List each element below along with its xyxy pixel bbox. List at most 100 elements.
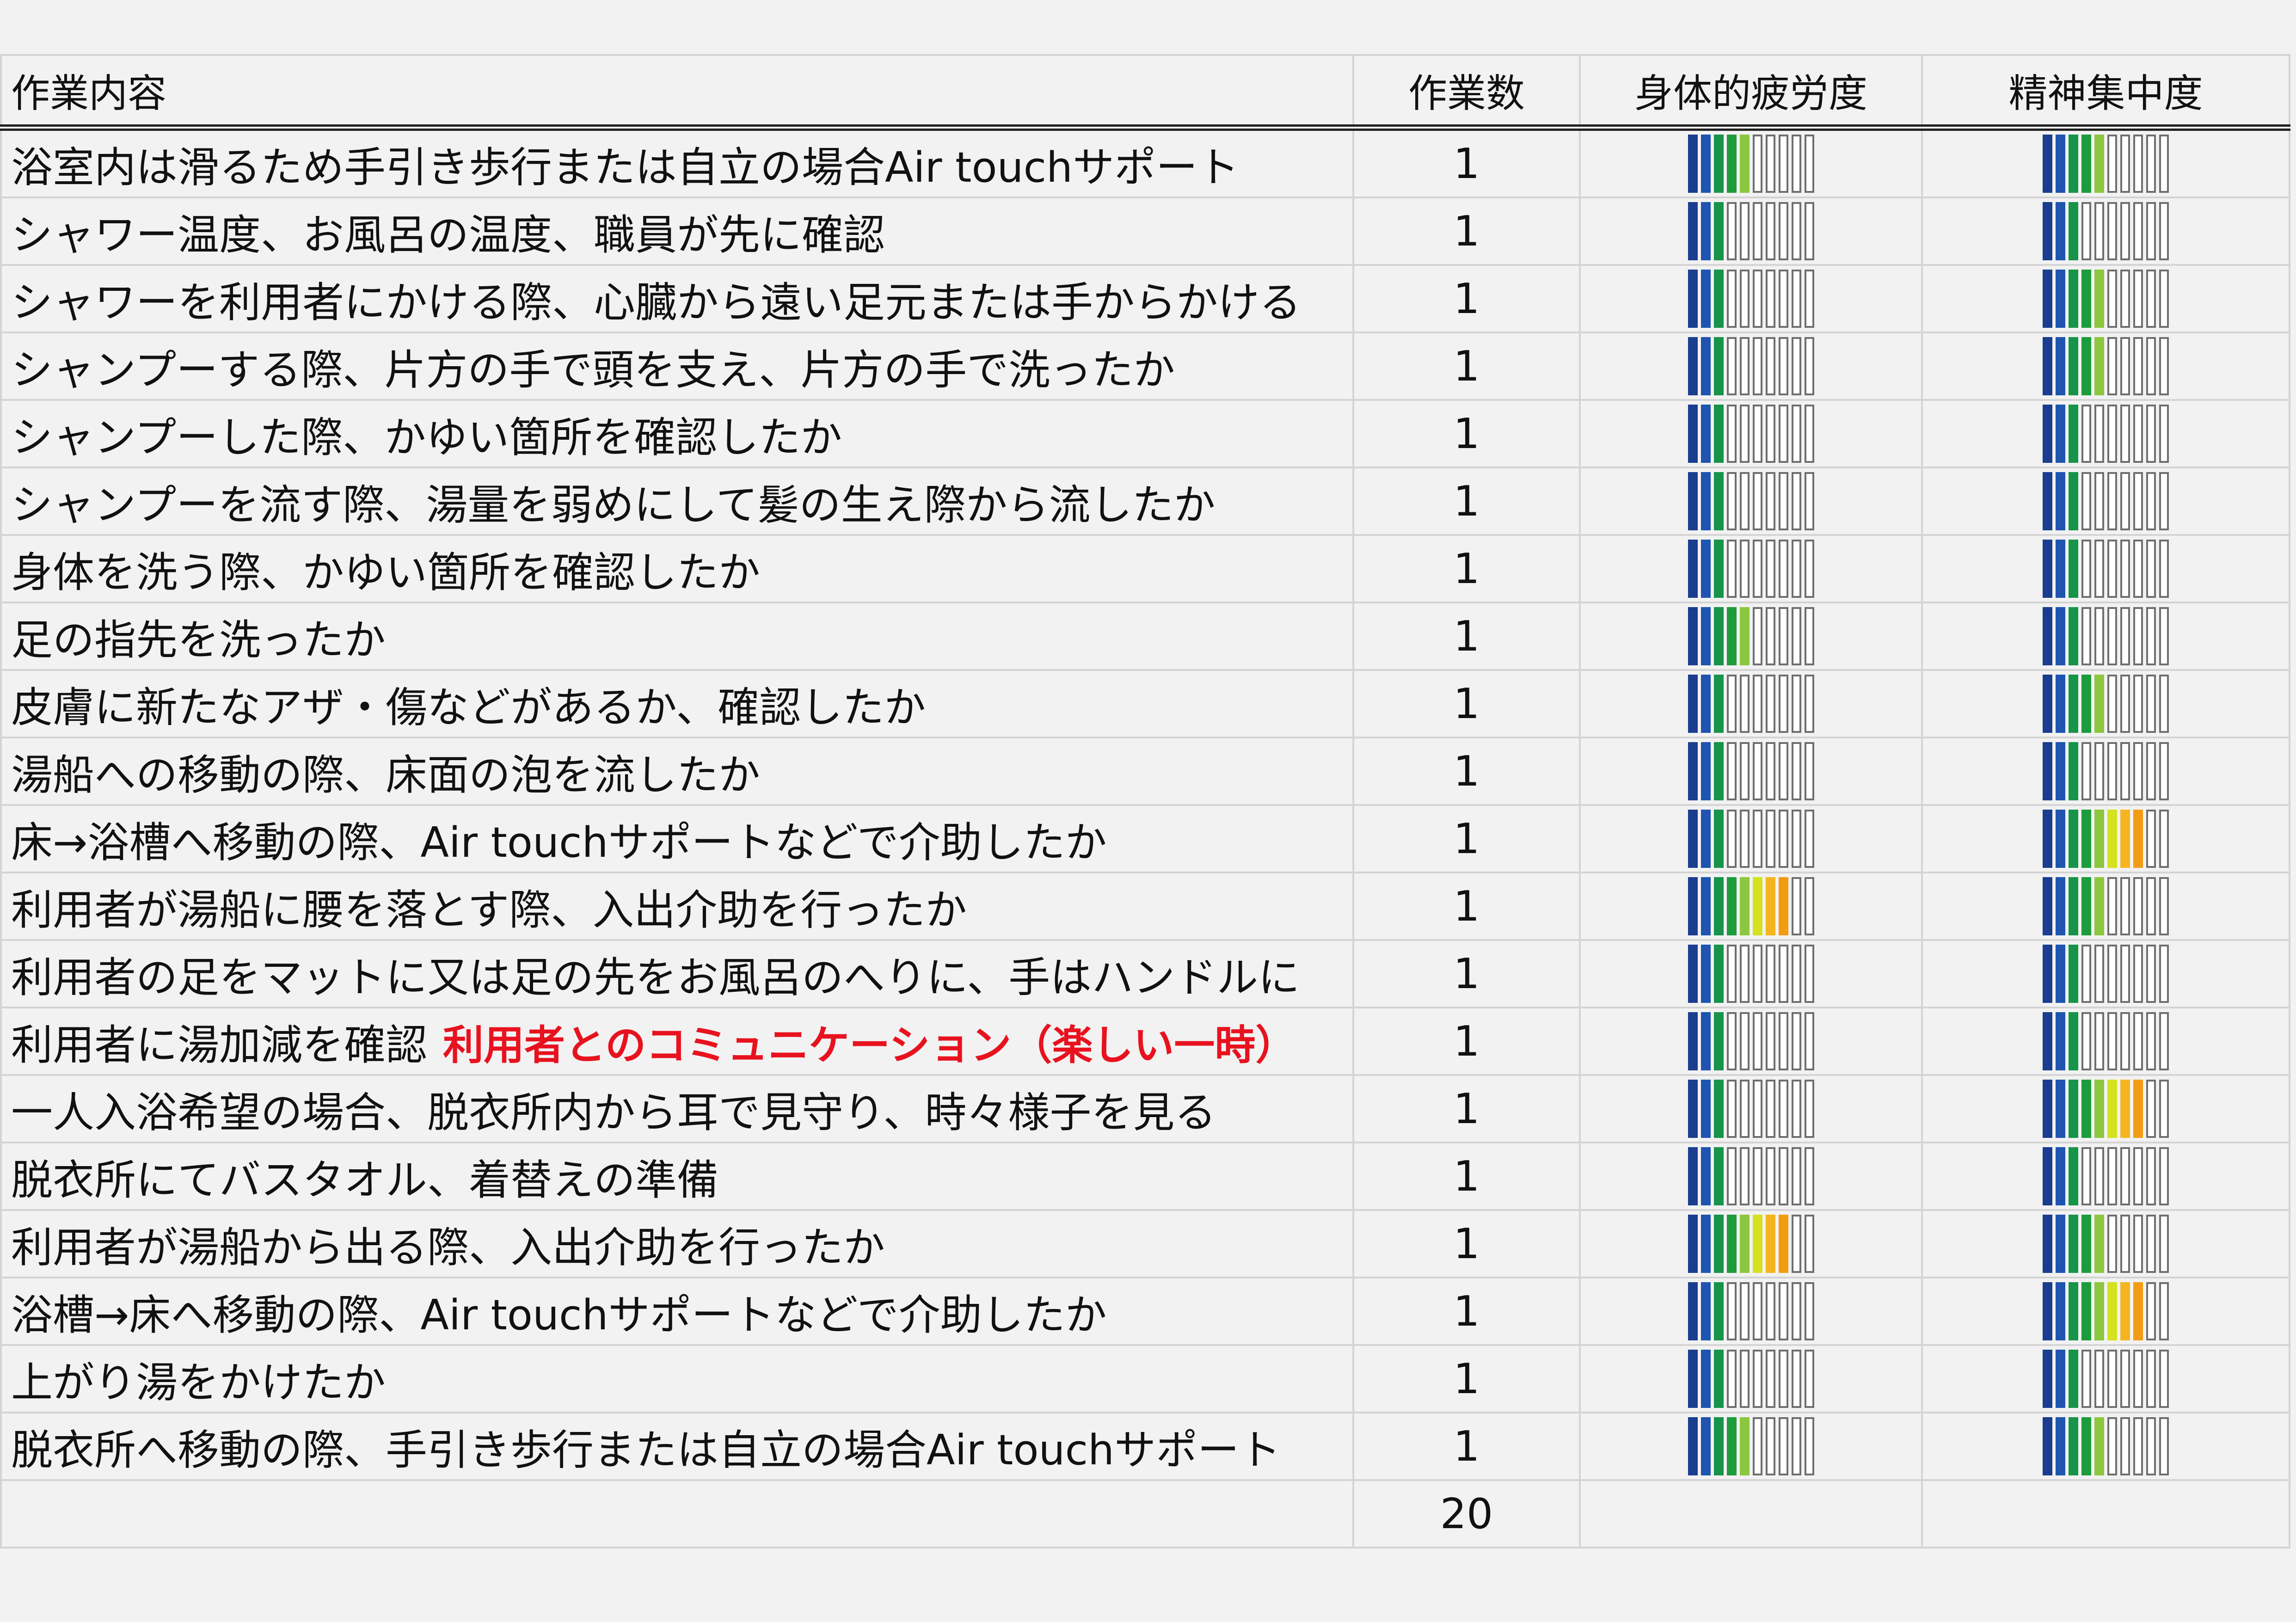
mental-meter-segment: [2159, 1012, 2169, 1070]
mental-meter: [2043, 540, 2169, 598]
mental-meter: [2043, 1350, 2169, 1408]
mental-meter-segment: [2069, 472, 2078, 530]
mental-meter-segment: [2159, 877, 2169, 935]
mental-meter-segment: [2056, 202, 2065, 260]
mental-meter-segment: [2107, 810, 2117, 868]
physical-meter-segment: [1765, 337, 1775, 395]
physical-meter-segment: [1791, 337, 1801, 395]
mental-cell: [1921, 264, 2290, 333]
mental-meter-segment: [2120, 1215, 2130, 1273]
mental-meter-segment: [2043, 472, 2052, 530]
mental-meter-segment: [2043, 135, 2052, 193]
physical-cell: [1579, 1007, 1923, 1076]
mental-meter-segment: [2146, 945, 2156, 1003]
physical-meter: [1688, 742, 1814, 800]
mental-meter: [2043, 877, 2169, 935]
physical-meter: [1688, 1350, 1814, 1408]
physical-cell: [1579, 1277, 1923, 1346]
mental-meter-segment: [2107, 270, 2117, 328]
mental-meter-segment: [2120, 135, 2130, 193]
physical-meter-segment: [1765, 472, 1775, 530]
physical-meter-segment: [1701, 1012, 1711, 1070]
physical-meter-segment: [1701, 337, 1711, 395]
physical-meter-segment: [1701, 1215, 1711, 1273]
physical-meter-segment: [1752, 1012, 1762, 1070]
physical-meter-segment: [1778, 1350, 1788, 1408]
mental-meter-segment: [2043, 1080, 2052, 1138]
mental-meter-segment: [2107, 945, 2117, 1003]
physical-meter-segment: [1701, 135, 1711, 193]
task-text: シャンプーした際、かゆい箇所を確認したか: [11, 413, 842, 462]
task-cell: 利用者が湯船に腰を落とす際、入出介助を行ったか: [0, 872, 1354, 941]
physical-meter-segment: [1713, 810, 1724, 868]
physical-meter-segment: [1713, 405, 1724, 463]
mental-meter-segment: [2081, 877, 2091, 935]
physical-meter-segment: [1739, 945, 1750, 1003]
mental-meter-segment: [2146, 405, 2156, 463]
task-text: 脱衣所へ移動の際、手引き歩行または自立の場合Air touchサポート: [11, 1426, 1281, 1475]
physical-meter-segment: [1688, 1080, 1698, 1138]
mental-meter-segment: [2081, 810, 2091, 868]
mental-meter-segment: [2146, 1080, 2156, 1138]
mental-meter-segment: [2107, 1080, 2117, 1138]
mental-meter-segment: [2159, 270, 2169, 328]
mental-meter-segment: [2146, 877, 2156, 935]
physical-meter-segment: [1752, 742, 1762, 800]
mental-meter-segment: [2094, 1147, 2104, 1205]
physical-meter-segment: [1752, 1350, 1762, 1408]
physical-meter-segment: [1778, 135, 1788, 193]
physical-meter-segment: [1778, 742, 1788, 800]
physical-meter-segment: [1688, 742, 1698, 800]
mental-meter-segment: [2069, 405, 2078, 463]
physical-meter-segment: [1752, 607, 1762, 665]
mental-meter: [2043, 945, 2169, 1003]
mental-meter-segment: [2094, 1215, 2104, 1273]
mental-meter-segment: [2107, 472, 2117, 530]
checklist-table: 作業内容 作業数 身体的疲労度 精神集中度 浴室内は滑るため手引き歩行または自立…: [0, 54, 2290, 1548]
task-cell: 足の指先を洗ったか: [0, 602, 1354, 671]
physical-meter-segment: [1791, 742, 1801, 800]
mental-cell: [1921, 1074, 2290, 1143]
mental-meter-segment: [2056, 607, 2065, 665]
mental-meter-segment: [2081, 1012, 2091, 1070]
table-row: シャンプーする際、片方の手で頭を支え、片方の手で洗ったか 1: [0, 332, 2290, 401]
physical-meter-segment: [1804, 337, 1814, 395]
mental-meter-segment: [2107, 405, 2117, 463]
task-text: 足の指先を洗ったか: [11, 616, 386, 664]
physical-meter-segment: [1688, 945, 1698, 1003]
task-highlight-text: 利用者とのコミュニケーション（楽しい一時）: [443, 1021, 1296, 1069]
physical-meter-segment: [1752, 675, 1762, 733]
mental-meter-segment: [2081, 270, 2091, 328]
physical-meter: [1688, 405, 1814, 463]
task-text: 床→浴槽へ移動の際、Air touchサポートなどで介助したか: [11, 818, 1107, 867]
mental-meter-segment: [2094, 675, 2104, 733]
physical-meter-segment: [1752, 270, 1762, 328]
physical-meter-segment: [1804, 945, 1814, 1003]
count-cell: 1: [1352, 1344, 1581, 1413]
physical-meter-segment: [1739, 135, 1750, 193]
mental-meter-segment: [2120, 1147, 2130, 1205]
mental-meter-segment: [2094, 270, 2104, 328]
physical-cell: [1579, 602, 1923, 671]
mental-meter-segment: [2043, 810, 2052, 868]
mental-meter-segment: [2146, 540, 2156, 598]
mental-cell: [1921, 197, 2290, 266]
mental-meter-segment: [2056, 742, 2065, 800]
table-row: 足の指先を洗ったか 1: [0, 602, 2290, 671]
mental-meter-segment: [2043, 540, 2052, 598]
mental-meter-segment: [2159, 945, 2169, 1003]
mental-meter-segment: [2043, 202, 2052, 260]
physical-meter: [1688, 135, 1814, 193]
task-cell: 湯船への移動の際、床面の泡を流したか: [0, 737, 1354, 806]
mental-cell: [1921, 939, 2290, 1008]
mental-meter-segment: [2094, 135, 2104, 193]
physical-meter-segment: [1804, 1080, 1814, 1138]
physical-meter: [1688, 337, 1814, 395]
physical-meter-segment: [1778, 202, 1788, 260]
physical-meter-segment: [1739, 337, 1750, 395]
mental-meter-segment: [2043, 1350, 2052, 1408]
physical-cell: [1579, 669, 1923, 738]
physical-meter-segment: [1701, 810, 1711, 868]
mental-meter-segment: [2159, 1282, 2169, 1340]
physical-meter-segment: [1765, 1282, 1775, 1340]
